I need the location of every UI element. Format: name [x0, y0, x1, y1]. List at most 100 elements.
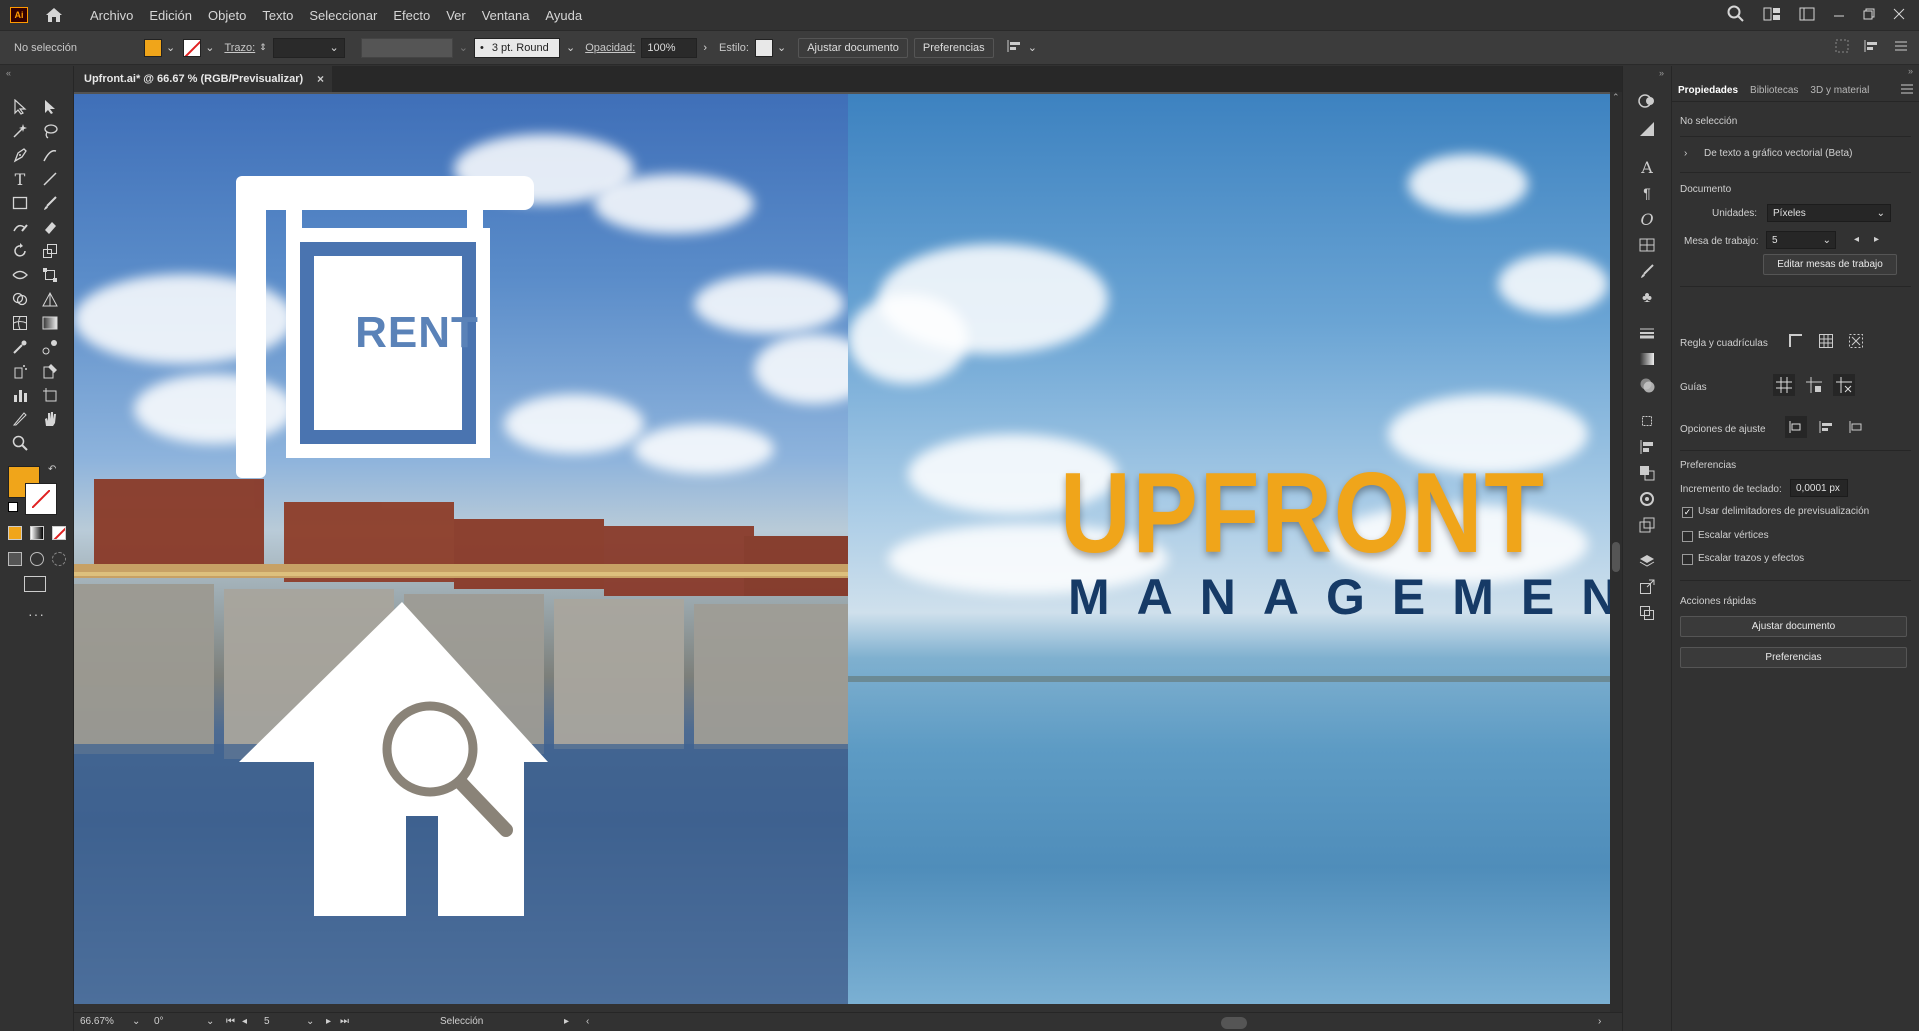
- type-tool-icon[interactable]: T: [8, 168, 32, 190]
- perspective-grid-icon[interactable]: [38, 288, 62, 310]
- workspace-icon[interactable]: [1799, 7, 1815, 24]
- tab-properties[interactable]: Propiedades: [1672, 85, 1744, 96]
- tab-3d-materials[interactable]: 3D y material: [1804, 85, 1875, 96]
- artboard-select[interactable]: 5 ⌄: [1766, 231, 1836, 249]
- menu-ayuda[interactable]: Ayuda: [537, 8, 590, 23]
- align-icon[interactable]: [1006, 39, 1022, 56]
- snap-point-icon[interactable]: [1785, 416, 1807, 438]
- hand-tool-icon[interactable]: [38, 408, 62, 430]
- horizontal-scroll-thumb[interactable]: [1221, 1017, 1247, 1029]
- close-icon[interactable]: [1893, 8, 1905, 23]
- shape-builder-icon[interactable]: [8, 288, 32, 310]
- export-icon[interactable]: [1637, 578, 1657, 596]
- rulers-icon[interactable]: [1785, 330, 1807, 352]
- none-mode-icon[interactable]: [52, 526, 66, 540]
- free-transform-icon[interactable]: [38, 264, 62, 286]
- fill-swatch[interactable]: [144, 38, 162, 57]
- vertical-scroll-thumb[interactable]: [1612, 542, 1620, 572]
- scroll-right-icon[interactable]: ›: [1598, 1016, 1601, 1027]
- curvature-tool-icon[interactable]: [38, 144, 62, 166]
- chevron-right-icon[interactable]: ›: [703, 42, 707, 54]
- panel-menu-icon[interactable]: [1895, 41, 1907, 54]
- prev-artboard-icon[interactable]: ◂: [242, 1016, 247, 1027]
- paragraph-panel-icon[interactable]: ¶: [1637, 184, 1657, 202]
- keyboard-increment-input[interactable]: 0,0001 px: [1790, 479, 1848, 497]
- line-tool-icon[interactable]: [38, 168, 62, 190]
- menu-ver[interactable]: Ver: [438, 8, 474, 23]
- swap-colors-icon[interactable]: ↶: [48, 464, 56, 475]
- preview-bounds-checkbox[interactable]: ✓: [1682, 507, 1693, 518]
- color-guide-icon[interactable]: [1637, 120, 1657, 138]
- swatches-panel-icon[interactable]: [1637, 236, 1657, 254]
- chevron-down-icon[interactable]: ⌄: [166, 41, 175, 54]
- stroke-weight-dropdown[interactable]: ⌄: [272, 37, 345, 58]
- slice-tool-icon[interactable]: [8, 408, 32, 430]
- stroke-panel-icon[interactable]: [1637, 324, 1657, 342]
- align-panel-icon[interactable]: [1637, 438, 1657, 456]
- transparency-grid-icon[interactable]: [1845, 330, 1867, 352]
- style-swatch[interactable]: [754, 38, 773, 57]
- selection-tool-icon[interactable]: [8, 96, 32, 118]
- smart-guides-icon[interactable]: [1833, 374, 1855, 396]
- menu-archivo[interactable]: Archivo: [82, 8, 141, 23]
- draw-inside-icon[interactable]: [52, 552, 66, 566]
- chevron-down-icon[interactable]: ⌄: [206, 1016, 214, 1027]
- gradient-tool-icon[interactable]: [38, 312, 62, 334]
- scale-strokes-checkbox[interactable]: [1682, 554, 1693, 565]
- lock-guides-icon[interactable]: [1803, 374, 1825, 396]
- symbol-sprayer-icon[interactable]: [8, 360, 32, 382]
- gradient-panel-icon[interactable]: [1637, 350, 1657, 368]
- pathfinder-panel-icon[interactable]: [1637, 464, 1657, 482]
- rotation-value[interactable]: 0°: [154, 1016, 164, 1027]
- snap-glyph-icon[interactable]: [1845, 416, 1867, 438]
- color-mode-icon[interactable]: [8, 526, 22, 540]
- collapse-icon[interactable]: «: [6, 68, 11, 78]
- chevron-down-icon[interactable]: ⌄: [777, 41, 786, 54]
- restore-icon[interactable]: [1863, 8, 1875, 23]
- transform-panel-icon[interactable]: [1637, 412, 1657, 430]
- arrange-icon[interactable]: [1863, 39, 1879, 56]
- magic-wand-icon[interactable]: [8, 120, 32, 142]
- chevron-right-icon[interactable]: ›: [1684, 148, 1687, 159]
- shaper-tool-icon[interactable]: [8, 216, 32, 238]
- stroke-swatch[interactable]: [183, 38, 202, 57]
- character-panel-icon[interactable]: A: [1637, 158, 1657, 177]
- default-colors-icon[interactable]: [8, 502, 18, 512]
- graphic-styles-icon[interactable]: [1637, 516, 1657, 534]
- opacity-input[interactable]: 100%: [641, 37, 698, 58]
- artboard-number[interactable]: 5: [264, 1016, 270, 1027]
- scroll-left-icon[interactable]: ‹: [586, 1016, 589, 1027]
- first-artboard-icon[interactable]: ⏮: [226, 1016, 235, 1027]
- rectangle-tool-icon[interactable]: [8, 192, 32, 214]
- symbols-panel-icon[interactable]: ♣: [1637, 288, 1657, 306]
- scroll-up-icon[interactable]: ⌃: [1612, 92, 1620, 103]
- next-artboard-icon[interactable]: ▸: [326, 1016, 331, 1027]
- eyedropper-icon[interactable]: [8, 336, 32, 358]
- live-paint-icon[interactable]: [38, 360, 62, 382]
- stepper-icon[interactable]: ⇕: [259, 42, 267, 53]
- blend-tool-icon[interactable]: [38, 336, 62, 358]
- snap-pixel-icon[interactable]: [1815, 416, 1837, 438]
- width-tool-icon[interactable]: [8, 264, 32, 286]
- artboard-tool-icon[interactable]: [38, 384, 62, 406]
- stroke-color-swatch[interactable]: [25, 483, 57, 515]
- units-select[interactable]: Píxeles ⌄: [1767, 204, 1891, 222]
- menu-efecto[interactable]: Efecto: [385, 8, 438, 23]
- next-artboard-icon[interactable]: ▸: [1874, 234, 1879, 245]
- graph-tool-icon[interactable]: [8, 384, 32, 406]
- canvas[interactable]: RENT UPFRONT MANAGEMENT: [74, 92, 1614, 1004]
- brush-dropdown[interactable]: • 3 pt. Round: [473, 37, 560, 58]
- appearance-panel-icon[interactable]: [1637, 490, 1657, 508]
- menu-edicion[interactable]: Edición: [141, 8, 200, 23]
- preferences-button[interactable]: Preferencias: [913, 37, 994, 58]
- fit-document-button[interactable]: Ajustar documento: [798, 37, 908, 58]
- menu-objeto[interactable]: Objeto: [200, 8, 254, 23]
- minimize-icon[interactable]: [1833, 8, 1845, 23]
- expand-icon[interactable]: »: [1659, 68, 1664, 78]
- panel-menu-icon[interactable]: [1901, 84, 1913, 97]
- close-tab-icon[interactable]: ×: [317, 72, 324, 86]
- tab-libraries[interactable]: Bibliotecas: [1744, 85, 1804, 96]
- show-guides-icon[interactable]: [1773, 374, 1795, 396]
- search-icon[interactable]: [1727, 5, 1745, 26]
- transparency-panel-icon[interactable]: [1637, 376, 1657, 394]
